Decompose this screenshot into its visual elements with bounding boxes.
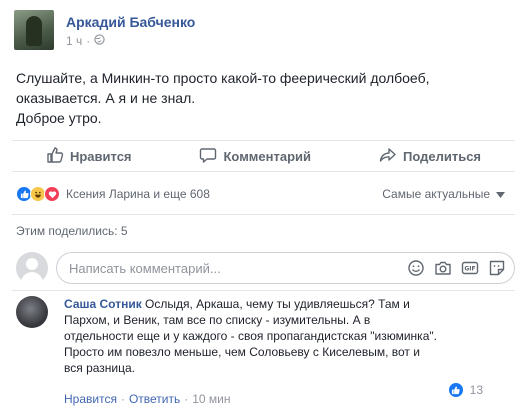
- post-text: Слушайте, а Минкин-то просто какой-то фе…: [16, 68, 506, 128]
- reactions-text: Ксения Ларина и еще 608: [66, 187, 210, 201]
- emoji-icon[interactable]: [407, 259, 425, 277]
- like-count-value: 13: [469, 383, 483, 397]
- sort-label: Самые актуальные: [382, 187, 490, 201]
- post-text-line: Доброе утро.: [16, 110, 102, 126]
- divider: [12, 214, 515, 215]
- share-button[interactable]: Поделиться: [379, 146, 481, 167]
- comment-label: Комментарий: [223, 148, 312, 164]
- comment-text-line: Просто им повезло меньше, чем Соловьеву …: [64, 345, 420, 359]
- camera-icon[interactable]: [434, 259, 452, 277]
- love-reaction-icon: [44, 186, 60, 202]
- share-label: Поделиться: [402, 148, 482, 164]
- thumbs-up-icon: [46, 146, 70, 167]
- comment-like-count[interactable]: 13: [447, 382, 483, 398]
- comment-footer: Нравится · Ответить · 10 мин: [64, 392, 231, 406]
- like-reaction-icon: [447, 382, 464, 398]
- post-action-bar: Нравится Комментарий Поделиться: [12, 140, 515, 172]
- comment-button[interactable]: Комментарий: [199, 146, 311, 167]
- post-text-line: оказывается. А я и не знал.: [16, 90, 196, 106]
- speech-bubble-icon: [199, 146, 223, 167]
- post-time[interactable]: 1 ч: [66, 34, 82, 48]
- comment-input[interactable]: Написать комментарий... GIF: [56, 252, 515, 284]
- comment-input-placeholder: Написать комментарий...: [69, 260, 221, 276]
- post-text-line: Слушайте, а Минкин-то просто какой-то фе…: [16, 70, 430, 86]
- commenter-avatar[interactable]: [16, 296, 48, 328]
- shares-count[interactable]: Этим поделились: 5: [16, 224, 128, 238]
- comment-like-link[interactable]: Нравится: [64, 392, 117, 406]
- comment-reply-link[interactable]: Ответить: [129, 392, 180, 406]
- reactions-row: Ксения Ларина и еще 608 Самые актуальные: [16, 184, 511, 204]
- comment-text-line: отдельности еще и у каждого - своя пропа…: [64, 329, 437, 343]
- author-avatar[interactable]: [14, 10, 54, 50]
- comment-item: Саша Сотник Ослыдя, Аркаша, чему ты удив…: [16, 296, 515, 376]
- like-button[interactable]: Нравится: [46, 146, 132, 167]
- commenter-name[interactable]: Саша Сотник: [64, 297, 142, 311]
- composer-icons: GIF: [398, 259, 506, 277]
- divider: [12, 290, 515, 291]
- comment-time[interactable]: 10 мин: [192, 392, 230, 406]
- sticker-icon[interactable]: [488, 259, 506, 277]
- comment-sort-dropdown[interactable]: Самые актуальные: [382, 187, 511, 201]
- footer-dot: ·: [184, 392, 189, 406]
- svg-text:GIF: GIF: [464, 266, 475, 273]
- comment-body: Саша Сотник Ослыдя, Аркаша, чему ты удив…: [64, 296, 484, 376]
- comment-text-line: Ослыдя, Аркаша, чему ты удивляешься? Там…: [145, 297, 410, 311]
- current-user-avatar: [16, 252, 48, 284]
- post-header: Аркадий Бабченко 1 ч ·: [14, 10, 195, 54]
- comment-text-line: вся разница.: [64, 361, 135, 375]
- comment-text-line: Пархом, и Веник, там все по списку - изу…: [64, 313, 371, 327]
- reactions-summary[interactable]: Ксения Ларина и еще 608: [16, 186, 210, 202]
- gif-icon[interactable]: GIF: [461, 259, 479, 277]
- globe-icon: [94, 34, 105, 48]
- dropdown-caret-icon: [496, 187, 505, 201]
- author-name[interactable]: Аркадий Бабченко: [66, 13, 195, 31]
- meta-dot: ·: [86, 34, 91, 48]
- footer-dot: ·: [120, 392, 125, 406]
- post-meta: 1 ч ·: [66, 34, 195, 48]
- share-arrow-icon: [379, 146, 403, 167]
- comment-composer: Написать комментарий... GIF: [16, 252, 515, 284]
- like-label: Нравится: [69, 148, 132, 164]
